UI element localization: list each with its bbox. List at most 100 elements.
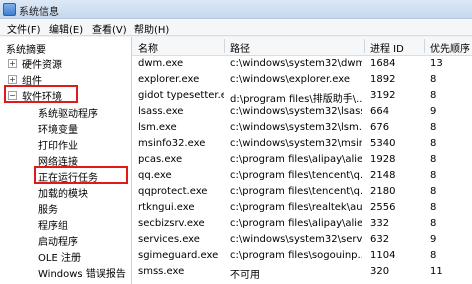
cell-priority: 9	[430, 106, 437, 117]
cell-name: services.exe	[138, 234, 200, 245]
process-list: 名称 路径 进程 ID 优先顺序 dwm.exe c:\windows\syste…	[132, 37, 472, 284]
cell-path: c:\program files\sogouinp...	[230, 250, 362, 261]
tree-item-system-summary[interactable]: 系统摘要	[6, 41, 46, 56]
cell-process-id: 632	[370, 234, 390, 245]
cell-path: c:\program files\alipay\alie...	[230, 218, 362, 229]
cell-priority: 8	[430, 138, 437, 149]
tree-item-windows-error-reporting[interactable]: Windows 错误报告	[38, 265, 126, 280]
menu-help[interactable]: 帮助(H)	[131, 21, 172, 36]
cell-name: secbizsrv.exe	[138, 218, 205, 229]
cell-path: c:\windows\system32\lsm.e...	[230, 122, 362, 133]
cell-priority: 8	[430, 186, 437, 197]
cell-path: c:\program files\alipay\alie...	[230, 154, 362, 165]
cell-name: explorer.exe	[138, 74, 200, 85]
table-row[interactable]: lsm.exe c:\windows\system32\lsm.e... 676 8	[132, 120, 472, 136]
table-row[interactable]: rtkngui.exe c:\program files\realtek\au..…	[132, 200, 472, 216]
cell-name: lsm.exe	[138, 122, 177, 133]
cell-process-id: 664	[370, 106, 390, 117]
system-info-app-icon	[3, 3, 16, 16]
cell-priority: 8	[430, 74, 437, 85]
tree-item-loaded-modules[interactable]: 加载的模块	[38, 185, 88, 200]
cell-priority: 8	[430, 218, 437, 229]
cell-path: 不可用	[230, 270, 260, 281]
cell-process-id: 332	[370, 218, 390, 229]
category-tree: 系统摘要 + 硬件资源 + 组件 − 软件环境 系统驱动程序 环境变量 打印作业…	[0, 37, 132, 284]
cell-priority: 9	[430, 234, 437, 245]
cell-priority: 8	[430, 250, 437, 261]
cell-name: gidot typesetter.e...	[138, 90, 224, 101]
table-row[interactable]: dwm.exe c:\windows\system32\dwm... 1684 13	[132, 56, 472, 72]
tree-item-program-groups[interactable]: 程序组	[38, 217, 68, 232]
cell-name: pcas.exe	[138, 154, 183, 165]
cell-process-id: 320	[370, 266, 390, 277]
cell-path: c:\windows\system32\msin...	[230, 138, 362, 149]
column-divider[interactable]	[224, 39, 225, 53]
cell-path: c:\program files\tencent\q...	[230, 186, 362, 197]
cell-process-id: 1684	[370, 58, 396, 69]
cell-name: smss.exe	[138, 266, 185, 277]
cell-priority: 8	[430, 122, 437, 133]
table-row[interactable]: lsass.exe c:\windows\system32\lsass... 664…	[132, 104, 472, 120]
menu-edit[interactable]: 编辑(E)	[46, 21, 86, 36]
table-row[interactable]: explorer.exe c:\windows\explorer.exe 1892 8	[132, 72, 472, 88]
cell-process-id: 5340	[370, 138, 396, 149]
cell-process-id: 2556	[370, 202, 396, 213]
table-row[interactable]: msinfo32.exe c:\windows\system32\msin... 5…	[132, 136, 472, 152]
cell-priority: 11	[430, 266, 443, 277]
menu-bar: 文件(F) 编辑(E) 查看(V) 帮助(H)	[0, 19, 472, 36]
column-header-process-id[interactable]: 进程 ID	[370, 40, 404, 55]
table-row[interactable]: services.exe c:\windows\system32\servi...…	[132, 232, 472, 248]
red-highlight-box	[34, 166, 128, 184]
cell-process-id: 676	[370, 122, 390, 133]
cell-name: qqprotect.exe	[138, 186, 208, 197]
cell-priority: 8	[430, 170, 437, 181]
table-row[interactable]: pcas.exe c:\program files\alipay\alie... 1…	[132, 152, 472, 168]
expand-plus-icon[interactable]: +	[8, 75, 17, 84]
expand-plus-icon[interactable]: +	[8, 59, 17, 68]
tree-item-ole-registration[interactable]: OLE 注册	[38, 249, 81, 264]
column-divider[interactable]	[424, 39, 425, 53]
cell-path: c:\windows\system32\lsass...	[230, 106, 362, 117]
cell-process-id: 3192	[370, 90, 396, 101]
column-header-name[interactable]: 名称	[138, 40, 158, 55]
cell-process-id: 1928	[370, 154, 396, 165]
cell-path: c:\program files\realtek\au...	[230, 202, 362, 213]
menu-view[interactable]: 查看(V)	[89, 21, 130, 36]
tree-item-system-drivers[interactable]: 系统驱动程序	[38, 105, 98, 120]
table-row[interactable]: gidot typesetter.e... d:\program files\排版…	[132, 88, 472, 105]
cell-name: msinfo32.exe	[138, 138, 206, 149]
tree-item-services[interactable]: 服务	[38, 201, 58, 216]
window-title: 系统信息	[19, 7, 59, 18]
table-row[interactable]: secbizsrv.exe c:\program files\alipay\ali…	[132, 216, 472, 232]
cell-process-id: 1892	[370, 74, 396, 85]
cell-name: sgimeguard.exe	[138, 250, 219, 261]
cell-path: c:\windows\system32\servi...	[230, 234, 362, 245]
column-header-path[interactable]: 路径	[230, 40, 250, 55]
tree-item-startup-programs[interactable]: 启动程序	[38, 233, 78, 248]
cell-path: d:\program files\排版助手\...	[230, 94, 362, 105]
title-bar: 系统信息	[0, 0, 472, 19]
cell-process-id: 2180	[370, 186, 396, 197]
cell-path: c:\windows\explorer.exe	[230, 74, 351, 85]
table-row[interactable]: smss.exe 不可用 320 11	[132, 264, 472, 281]
column-divider[interactable]	[364, 39, 365, 53]
cell-priority: 13	[430, 58, 443, 69]
menu-file[interactable]: 文件(F)	[4, 21, 44, 36]
cell-name: rtkngui.exe	[138, 202, 195, 213]
cell-path: c:\program files\tencent\q...	[230, 170, 362, 181]
table-row[interactable]: qqprotect.exe c:\program files\tencent\q.…	[132, 184, 472, 200]
table-header: 名称 路径 进程 ID 优先顺序	[132, 37, 472, 56]
cell-priority: 8	[430, 202, 437, 213]
column-header-priority[interactable]: 优先顺序	[430, 40, 470, 55]
cell-name: dwm.exe	[138, 58, 184, 69]
red-highlight-box	[4, 85, 78, 103]
tree-item-environment-variables[interactable]: 环境变量	[38, 121, 78, 136]
cell-process-id: 1104	[370, 250, 396, 261]
cell-priority: 8	[430, 90, 437, 101]
table-row[interactable]: qq.exe c:\program files\tencent\q... 2148 8	[132, 168, 472, 184]
tree-item-hardware-resources[interactable]: 硬件资源	[22, 56, 62, 71]
table-row[interactable]: sgimeguard.exe c:\program files\sogouinp.…	[132, 248, 472, 264]
tree-item-print-jobs[interactable]: 打印作业	[38, 137, 78, 152]
cell-path: c:\windows\system32\dwm...	[230, 58, 362, 69]
cell-name: lsass.exe	[138, 106, 184, 117]
